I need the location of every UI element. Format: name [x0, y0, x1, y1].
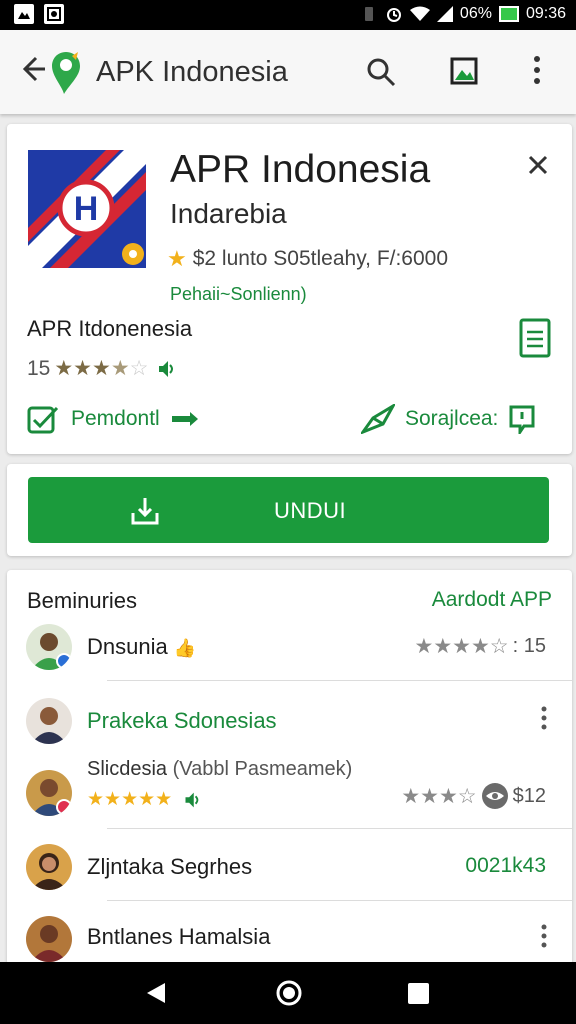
- app-logo-icon: [52, 52, 80, 94]
- search-icon[interactable]: [366, 57, 396, 87]
- avatar[interactable]: [26, 844, 72, 890]
- reviewer-name: Slicdesia: [87, 758, 168, 780]
- app-subtitle: Indarebia: [170, 198, 287, 229]
- avatar[interactable]: [26, 770, 72, 816]
- sound-icon[interactable]: [180, 789, 202, 811]
- arrow-icon: [171, 412, 198, 426]
- comment-icon: [509, 405, 535, 434]
- rating-count: : 15: [512, 635, 546, 657]
- divider: [107, 828, 572, 829]
- signal-icon: [436, 6, 453, 22]
- eye-icon[interactable]: [481, 782, 509, 810]
- app-bar-title: APK Indonesia: [96, 56, 288, 88]
- app-name: APR Itdonenesia: [27, 316, 193, 341]
- share-label: Sorajlcea:: [405, 407, 499, 430]
- wifi-icon: [409, 6, 430, 21]
- nav-recents-icon[interactable]: [408, 983, 429, 1004]
- thumbs-up-icon: 👍: [173, 638, 197, 658]
- app-detail-card: H APR Indonesia Indarebia ★ $2 lunto S05…: [7, 124, 572, 454]
- divider: [107, 900, 572, 901]
- vibrate-icon: [364, 7, 373, 21]
- review-row-title: Slicdesia (Vabbl Pasmeamek): [87, 758, 352, 781]
- battery-percent: 06%: [459, 5, 492, 22]
- rating-stars: ★★★☆: [401, 784, 477, 808]
- app-bar: APK Indonesia: [0, 30, 576, 114]
- close-icon[interactable]: [527, 154, 549, 176]
- reviews-header: Beminuries: [27, 588, 138, 613]
- rating-stars: ★★★★★: [87, 789, 173, 810]
- navigation-bar: [0, 962, 576, 1024]
- divider: [107, 680, 572, 681]
- rating-count: $12: [512, 784, 546, 807]
- review-row-title: Zljntaka Segrhes: [87, 854, 253, 879]
- rating-stars: ★★★★☆: [414, 635, 509, 658]
- review-row-title: Bntlanes Hamalsia: [87, 924, 271, 949]
- send-icon: [361, 404, 395, 434]
- app-meta-text: $2 lunto S05tleahy, F/:6000: [192, 247, 449, 270]
- rating-count: 15: [27, 356, 51, 380]
- review-rating-row: ★★★★★: [87, 788, 202, 811]
- avatar[interactable]: [26, 624, 72, 670]
- developer-name[interactable]: Pehaii~Sonlienn): [170, 284, 307, 305]
- clock: 09:36: [525, 5, 566, 22]
- sound-icon[interactable]: [153, 357, 177, 381]
- document-icon[interactable]: [519, 318, 551, 358]
- app-meta-line: ★ $2 lunto S05tleahy, F/:6000: [167, 246, 448, 272]
- review-value: 0021k43: [465, 854, 546, 877]
- rating-stars: ★★★★☆: [54, 357, 149, 380]
- reviews-card: Beminuries Aardodt APP Dnsunia 👍 ★★★★☆ :…: [7, 570, 572, 965]
- alarm-icon: [386, 8, 401, 22]
- checkbox-icon: [27, 406, 59, 434]
- review-rating: ★★★★☆ : 15: [415, 634, 547, 659]
- svg-text:H: H: [74, 190, 99, 228]
- avatar[interactable]: [26, 698, 72, 744]
- review-subtitle: (Vabbl Pasmeamek): [172, 758, 353, 780]
- permissions-label: Pemdontl: [71, 407, 160, 430]
- more-options-icon[interactable]: [540, 706, 548, 730]
- review-rating: ★★★☆ $12: [401, 782, 546, 810]
- review-row-title: Prakeka Sdonesias: [87, 708, 277, 733]
- nav-home-icon[interactable]: [276, 980, 302, 1006]
- share-action[interactable]: Sorajlcea:: [361, 404, 536, 434]
- app-rating: 15 ★★★★☆: [27, 356, 177, 381]
- avatar[interactable]: [26, 916, 72, 962]
- star-icon: ★: [167, 246, 187, 271]
- download-button[interactable]: UNDUI: [28, 477, 549, 543]
- download-label: UNDUI: [274, 498, 347, 523]
- review-row-title: Dnsunia 👍: [87, 634, 196, 660]
- app-icon[interactable]: H: [28, 150, 146, 268]
- notification-icon: [14, 4, 34, 24]
- reviews-link[interactable]: Aardodt APP: [432, 588, 552, 612]
- app-title: APR Indonesia: [170, 148, 431, 191]
- status-bar: 06% 09:36: [0, 0, 576, 30]
- battery-icon: [498, 6, 519, 22]
- permissions-action[interactable]: Pemdontl: [27, 404, 198, 434]
- image-icon[interactable]: [450, 57, 478, 85]
- more-options-icon[interactable]: [540, 924, 548, 948]
- back-arrow-icon[interactable]: [20, 54, 46, 84]
- image-notification-icon: [44, 4, 64, 24]
- nav-back-icon[interactable]: [145, 982, 167, 1004]
- more-options-icon[interactable]: [532, 55, 542, 85]
- download-card: UNDUI: [7, 464, 572, 556]
- reviewer-name: Dnsunia: [87, 634, 168, 659]
- download-icon: [131, 498, 159, 525]
